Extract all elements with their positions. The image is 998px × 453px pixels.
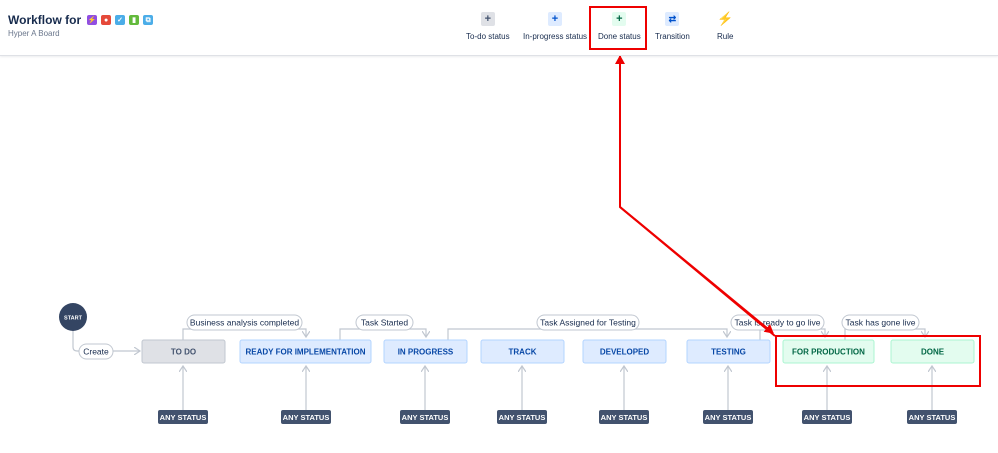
- tool-label: Transition: [655, 32, 690, 41]
- status-track[interactable]: TRACK: [480, 339, 565, 364]
- any-status-chip[interactable]: ANY STATUS: [907, 410, 957, 424]
- transition-task-started[interactable]: Task Started: [355, 314, 414, 331]
- create-label: Create: [83, 347, 109, 357]
- any-status-label: ANY STATUS: [160, 413, 207, 422]
- annotation-arrow-to-done-tool: [615, 56, 776, 337]
- any-status-chip[interactable]: ANY STATUS: [400, 410, 450, 424]
- annotation-box-done-status: [589, 6, 647, 50]
- status-label: DEVELOPED: [600, 348, 650, 357]
- annotation-arrow-to-done-statuses: [619, 206, 774, 334]
- transition-icon: ⇄: [665, 12, 680, 26]
- bug-icon: ●: [101, 15, 112, 25]
- any-status-label: ANY STATUS: [499, 413, 546, 422]
- board-subtitle: Hyper A Board: [8, 29, 60, 38]
- status-label: DONE: [921, 348, 945, 357]
- transition-label: Task Started: [361, 318, 409, 328]
- status-testing[interactable]: TESTING: [686, 339, 771, 364]
- lightning-icon: ⚡: [717, 11, 734, 26]
- transition-task-is-ready-to-go-live[interactable]: Task is ready to go live: [730, 314, 825, 331]
- page-title: Workflow for: [8, 13, 82, 27]
- tool-label: To-do status: [466, 32, 510, 41]
- status-developed[interactable]: DEVELOPED: [582, 339, 667, 364]
- any-status-label: ANY STATUS: [601, 413, 648, 422]
- workflow-canvas: START Create Business analysis completed…: [59, 56, 981, 424]
- status-label: TO DO: [171, 348, 196, 357]
- workflow-header: Workflow for ⚡ ● ✓ ▮ ⧉ Hyper A Board + T…: [0, 0, 998, 56]
- inprogress-status-button[interactable]: + In-progress status: [523, 12, 587, 41]
- status-ready-for-implementation[interactable]: READY FOR IMPLEMENTATION: [239, 339, 372, 364]
- any-status-label: ANY STATUS: [283, 413, 330, 422]
- story-icon: ▮: [129, 15, 140, 25]
- tool-label: Rule: [717, 32, 734, 41]
- transition-line-business: [182, 328, 306, 340]
- title-row: Workflow for ⚡ ● ✓ ▮ ⧉: [8, 13, 154, 27]
- any-status-label: ANY STATUS: [402, 413, 449, 422]
- status-in-progress[interactable]: IN PROGRESS: [383, 339, 468, 364]
- any-status-chip[interactable]: ANY STATUS: [599, 410, 649, 424]
- transition-label: Task has gone live: [846, 318, 916, 328]
- plus-icon: +: [548, 12, 563, 26]
- any-status-chip[interactable]: ANY STATUS: [158, 410, 208, 424]
- transition-button[interactable]: ⇄ Transition: [655, 12, 690, 41]
- any-status-label: ANY STATUS: [804, 413, 851, 422]
- tool-label: In-progress status: [523, 32, 588, 41]
- transition-business-analysis-completed[interactable]: Business analysis completed: [186, 314, 303, 331]
- status-for-production[interactable]: FOR PRODUCTION: [782, 339, 875, 364]
- transition-line-testing: [447, 328, 727, 340]
- task-icon: ✓: [115, 15, 126, 25]
- improvement-icon: ⧉: [143, 15, 154, 25]
- transition-line-started: [339, 328, 426, 340]
- start-connector: [72, 331, 80, 352]
- transition-task-assigned-for-testing[interactable]: Task Assigned for Testing: [536, 314, 640, 331]
- any-status-label: ANY STATUS: [909, 413, 956, 422]
- status-done[interactable]: DONE: [890, 339, 975, 364]
- create-transition[interactable]: Create: [78, 343, 114, 360]
- transition-label: Task is ready to go live: [735, 318, 821, 328]
- status-label: IN PROGRESS: [398, 348, 454, 357]
- plus-icon: +: [480, 12, 495, 26]
- any-status-chip[interactable]: ANY STATUS: [802, 410, 852, 424]
- subtask-icon: ⚡: [87, 15, 98, 25]
- any-status-label: ANY STATUS: [705, 413, 752, 422]
- start-node[interactable]: START: [59, 303, 87, 331]
- transition-label: Business analysis completed: [190, 318, 299, 328]
- any-status-chip[interactable]: ANY STATUS: [281, 410, 331, 424]
- status-label: TRACK: [509, 348, 537, 357]
- transition-line-live: [844, 328, 925, 340]
- todo-status-button[interactable]: + To-do status: [466, 12, 510, 41]
- status-todo[interactable]: TO DO: [141, 339, 226, 364]
- any-status-chip[interactable]: ANY STATUS: [703, 410, 753, 424]
- status-label: FOR PRODUCTION: [792, 348, 865, 357]
- any-status-chip[interactable]: ANY STATUS: [497, 410, 547, 424]
- transition-task-has-gone-live[interactable]: Task has gone live: [841, 314, 920, 331]
- status-label: READY FOR IMPLEMENTATION: [246, 348, 366, 357]
- status-label: TESTING: [711, 348, 746, 357]
- start-label: START: [64, 316, 83, 322]
- transition-label: Task Assigned for Testing: [540, 318, 636, 328]
- rule-button[interactable]: ⚡ Rule: [717, 11, 734, 41]
